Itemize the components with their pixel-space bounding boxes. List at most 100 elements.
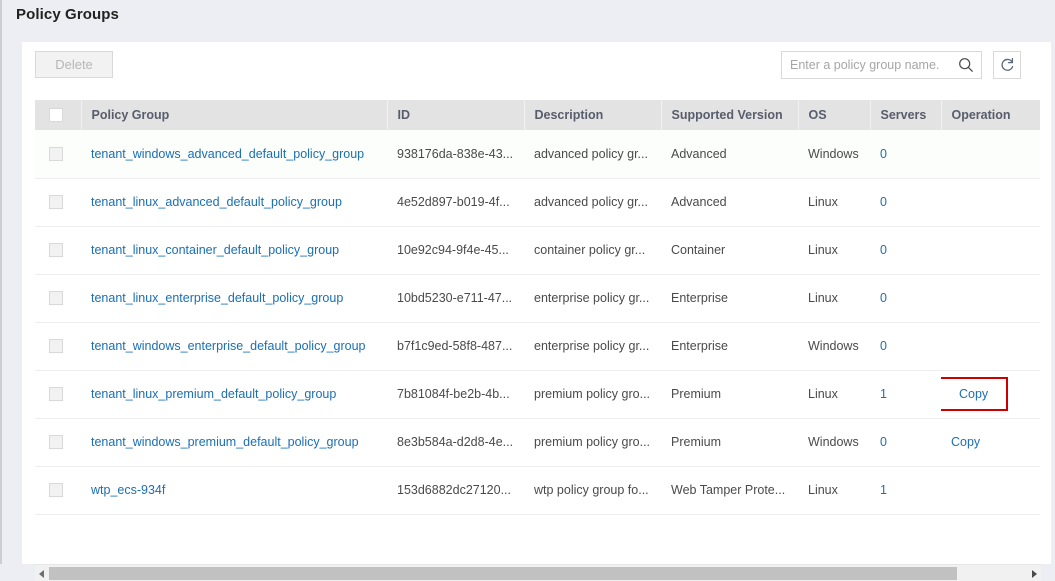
servers-count-link[interactable]: 0 xyxy=(880,291,887,305)
row-select-cell[interactable] xyxy=(35,370,81,419)
row-select-cell[interactable] xyxy=(35,322,81,371)
servers-count-link[interactable]: 0 xyxy=(880,147,887,161)
row-select-cell[interactable] xyxy=(35,130,81,179)
servers-count-link[interactable]: 0 xyxy=(880,435,887,449)
cell-policy-group[interactable]: tenant_linux_enterprise_default_policy_g… xyxy=(81,274,387,323)
policy-group-link[interactable]: tenant_linux_container_default_policy_gr… xyxy=(91,243,339,257)
search-icon[interactable] xyxy=(958,57,974,73)
search-box[interactable] xyxy=(781,51,982,79)
servers-count-link[interactable]: 0 xyxy=(880,243,887,257)
policy-group-link[interactable]: tenant_windows_advanced_default_policy_g… xyxy=(91,147,364,161)
table-head: Policy Group ID Description Supported Ve… xyxy=(35,100,1040,130)
cell-supported-version: Premium xyxy=(661,418,798,467)
row-checkbox[interactable] xyxy=(49,195,63,210)
scroll-right-arrow[interactable] xyxy=(1027,565,1041,581)
policy-groups-page: Policy Groups Delete Enter a policy grou… xyxy=(0,0,1055,581)
table-header-row: Policy Group ID Description Supported Ve… xyxy=(35,100,1040,130)
table-row: wtp_ecs-934f 153d6882dc27120... wtp policy… xyxy=(35,466,1040,515)
search-input[interactable] xyxy=(782,52,952,78)
cell-operation xyxy=(941,178,1040,227)
cell-supported-version: Web Tamper Prote... xyxy=(661,466,798,515)
cell-servers[interactable]: 0 xyxy=(870,418,941,467)
copy-button[interactable]: Copy xyxy=(951,435,980,449)
table-row: tenant_linux_container_default_policy_gr… xyxy=(35,226,1040,275)
row-checkbox[interactable] xyxy=(49,147,63,162)
th-supported-version[interactable]: Supported Version xyxy=(661,100,799,130)
cell-policy-group[interactable]: wtp_ecs-934f xyxy=(81,466,387,515)
cell-servers[interactable]: 0 xyxy=(870,130,941,179)
cell-description: advanced policy gr... xyxy=(524,130,661,179)
row-select-cell[interactable] xyxy=(35,274,81,323)
cell-operation xyxy=(941,466,1040,515)
scrollbar-thumb[interactable] xyxy=(49,567,957,580)
row-checkbox[interactable] xyxy=(49,435,63,450)
cell-id: 4e52d897-b019-4f... xyxy=(387,178,524,227)
th-operation[interactable]: Operation xyxy=(941,100,1040,130)
horizontal-scrollbar[interactable] xyxy=(35,564,1041,581)
cell-operation xyxy=(941,322,1040,371)
cell-supported-version: Enterprise xyxy=(661,274,798,323)
cell-servers[interactable]: 0 xyxy=(870,274,941,323)
scroll-left-arrow[interactable] xyxy=(35,565,49,581)
servers-count-link[interactable]: 1 xyxy=(880,483,887,497)
cell-policy-group[interactable]: tenant_windows_advanced_default_policy_g… xyxy=(81,130,387,179)
cell-description: container policy gr... xyxy=(524,226,661,275)
table-row: tenant_windows_premium_default_policy_gr… xyxy=(35,418,1040,467)
delete-button[interactable]: Delete xyxy=(35,51,113,78)
cell-id: 938176da-838e-43... xyxy=(387,130,524,179)
cell-os: Linux xyxy=(798,226,870,275)
policy-group-link[interactable]: wtp_ecs-934f xyxy=(91,483,165,497)
cell-supported-version: Enterprise xyxy=(661,322,798,371)
th-id[interactable]: ID xyxy=(387,100,525,130)
cell-servers[interactable]: 0 xyxy=(870,322,941,371)
cell-operation xyxy=(941,130,1040,179)
refresh-icon xyxy=(1001,57,1014,71)
cell-description: enterprise policy gr... xyxy=(524,322,661,371)
cell-policy-group[interactable]: tenant_windows_enterprise_default_policy… xyxy=(81,322,387,371)
copy-button[interactable]: Copy xyxy=(941,376,1009,412)
th-description[interactable]: Description xyxy=(524,100,662,130)
servers-count-link[interactable]: 0 xyxy=(880,195,887,209)
cell-description: premium policy gro... xyxy=(524,370,661,419)
row-select-cell[interactable] xyxy=(35,466,81,515)
row-select-cell[interactable] xyxy=(35,418,81,467)
policy-group-link[interactable]: tenant_linux_enterprise_default_policy_g… xyxy=(91,291,343,305)
cell-policy-group[interactable]: tenant_windows_premium_default_policy_gr… xyxy=(81,418,387,467)
th-os[interactable]: OS xyxy=(798,100,871,130)
policy-group-link[interactable]: tenant_linux_premium_default_policy_grou… xyxy=(91,387,336,401)
table-body: tenant_windows_advanced_default_policy_g… xyxy=(35,130,1040,515)
cell-os: Windows xyxy=(798,130,870,179)
cell-id: 10bd5230-e711-47... xyxy=(387,274,524,323)
row-checkbox[interactable] xyxy=(49,243,63,258)
cell-policy-group[interactable]: tenant_linux_container_default_policy_gr… xyxy=(81,226,387,275)
select-all-checkbox[interactable] xyxy=(49,108,63,123)
table-scroll-area: Policy Group ID Description Supported Ve… xyxy=(35,100,1041,564)
refresh-button[interactable] xyxy=(993,51,1021,79)
servers-count-link[interactable]: 0 xyxy=(880,339,887,353)
row-checkbox[interactable] xyxy=(49,387,63,402)
cell-description: wtp policy group fo... xyxy=(524,466,661,515)
cell-servers[interactable]: 0 xyxy=(870,226,941,275)
cell-os: Linux xyxy=(798,370,870,419)
servers-count-link[interactable]: 1 xyxy=(880,387,887,401)
cell-policy-group[interactable]: tenant_linux_advanced_default_policy_gro… xyxy=(81,178,387,227)
th-servers[interactable]: Servers xyxy=(870,100,942,130)
policy-group-link[interactable]: tenant_linux_advanced_default_policy_gro… xyxy=(91,195,342,209)
policy-group-link[interactable]: tenant_windows_enterprise_default_policy… xyxy=(91,339,366,353)
policy-group-link[interactable]: tenant_windows_premium_default_policy_gr… xyxy=(91,435,359,449)
cell-id: 8e3b584a-d2d8-4e... xyxy=(387,418,524,467)
cell-policy-group[interactable]: tenant_linux_premium_default_policy_grou… xyxy=(81,370,387,419)
row-select-cell[interactable] xyxy=(35,226,81,275)
cell-supported-version: Container xyxy=(661,226,798,275)
row-checkbox[interactable] xyxy=(49,483,63,498)
cell-servers[interactable]: 1 xyxy=(870,466,941,515)
th-select-all[interactable] xyxy=(35,100,82,130)
row-checkbox[interactable] xyxy=(49,339,63,354)
cell-servers[interactable]: 0 xyxy=(870,178,941,227)
row-select-cell[interactable] xyxy=(35,178,81,227)
cell-servers[interactable]: 1 xyxy=(870,370,941,419)
row-checkbox[interactable] xyxy=(49,291,63,306)
table-row: tenant_linux_premium_default_policy_grou… xyxy=(35,370,1040,419)
cell-os: Linux xyxy=(798,466,870,515)
th-policy-group[interactable]: Policy Group xyxy=(81,100,388,130)
